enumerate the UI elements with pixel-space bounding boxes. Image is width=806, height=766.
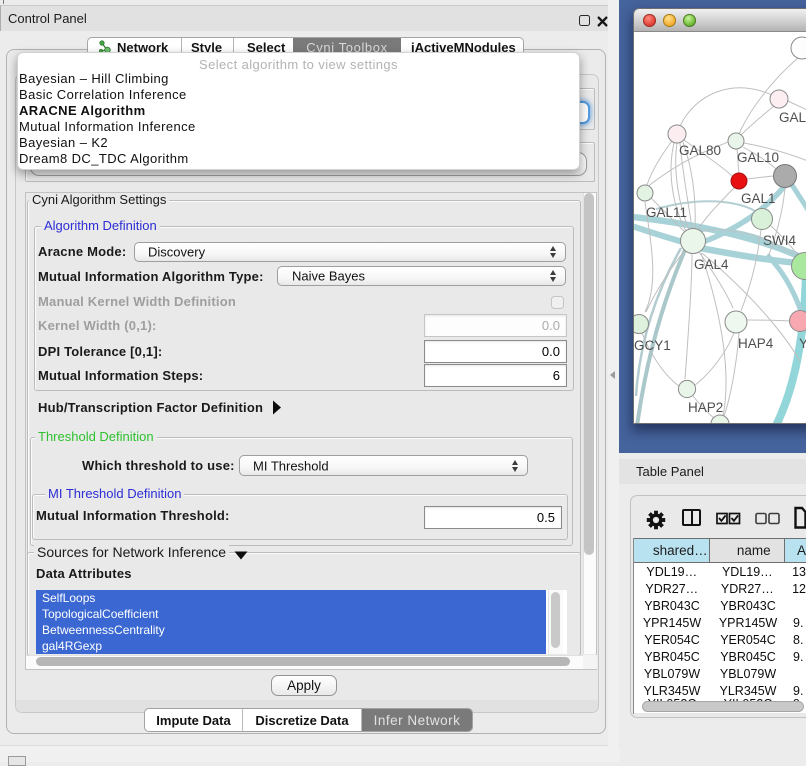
svg-text:GAL4: GAL4 xyxy=(694,257,729,272)
svg-text:GAL1: GAL1 xyxy=(741,191,776,206)
svg-text:GCY1: GCY1 xyxy=(634,338,671,353)
svg-text:HAP2: HAP2 xyxy=(688,400,723,415)
svg-text:GAL: GAL xyxy=(779,110,806,125)
svg-text:GAL11: GAL11 xyxy=(646,205,687,220)
svg-text:Y: Y xyxy=(799,336,806,351)
svg-text:HAP4: HAP4 xyxy=(738,336,774,351)
svg-text:SWI4: SWI4 xyxy=(763,233,796,248)
svg-text:GAL10: GAL10 xyxy=(737,150,779,165)
svg-text:GAL80: GAL80 xyxy=(679,143,721,158)
